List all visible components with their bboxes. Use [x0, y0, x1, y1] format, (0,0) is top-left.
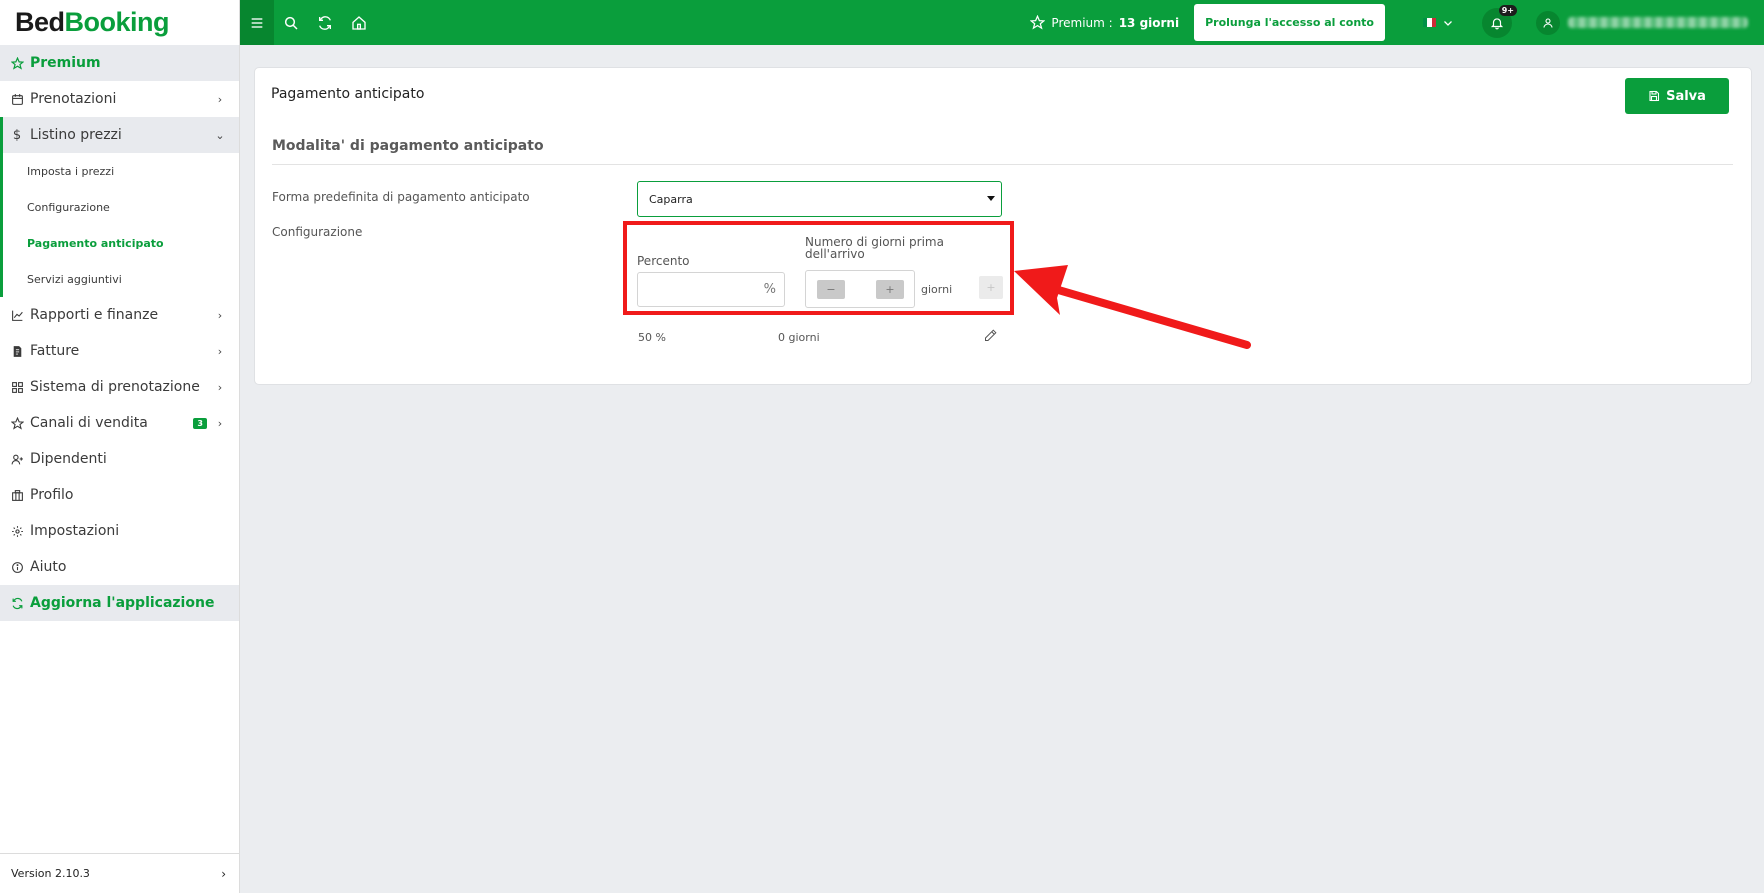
advance-payment-card: Pagamento anticipato Salva Modalita' di …	[254, 67, 1752, 385]
default-form-select[interactable]: Caparra	[637, 181, 1002, 217]
section-divider	[272, 164, 1733, 165]
version-bar[interactable]: Version 2.10.3 ›	[0, 853, 240, 893]
sidebar-item-label: Profilo	[30, 487, 74, 503]
chevron-right-icon: ›	[217, 92, 223, 106]
sync-icon[interactable]	[308, 0, 342, 45]
sidebar-item-rapporti[interactable]: Rapporti e finanze ›	[0, 297, 239, 333]
save-button-label: Salva	[1666, 88, 1706, 104]
user-icon	[1536, 10, 1560, 35]
chevron-down-icon	[1442, 17, 1454, 29]
user-menu[interactable]	[1536, 10, 1748, 35]
notifications-button[interactable]: 9+	[1482, 4, 1517, 38]
pencil-icon[interactable]	[983, 328, 999, 344]
logo-booking: Booking	[64, 7, 170, 37]
chevron-right-icon: ›	[217, 344, 223, 358]
floppy-icon	[1648, 90, 1660, 102]
sidebar-item-sistema-prenotazione[interactable]: Sistema di prenotazione ›	[0, 369, 239, 405]
sidebar-item-label: Sistema di prenotazione	[30, 379, 200, 395]
home-icon[interactable]	[342, 0, 376, 45]
sidebar-item-label: Prenotazioni	[30, 91, 117, 107]
calendar-icon	[10, 92, 24, 106]
chevron-right-icon: ›	[217, 380, 223, 394]
star-icon	[10, 416, 24, 430]
sidebar-subitem-pagamento-anticipato[interactable]: Pagamento anticipato	[3, 225, 239, 261]
rule-percent: 50 %	[638, 331, 666, 344]
channels-count-badge: 3	[193, 417, 207, 429]
sidebar-item-label: Dipendenti	[30, 451, 107, 467]
italy-flag-icon	[1423, 18, 1436, 27]
sidebar-item-label: Aiuto	[30, 559, 67, 575]
default-form-value: Caparra	[649, 192, 693, 206]
listino-submenu: Imposta i prezzi Configurazione Pagament…	[0, 153, 239, 297]
notifications-badge: 9+	[1498, 4, 1517, 16]
extend-access-button[interactable]: Prolunga l'accesso al conto	[1194, 4, 1385, 41]
premium-status[interactable]: Premium : 13 giorni	[1030, 15, 1179, 30]
info-icon	[10, 560, 24, 574]
chart-line-icon	[10, 308, 24, 322]
refresh-icon	[10, 596, 24, 610]
sidebar-item-prenotazioni[interactable]: Prenotazioni ›	[0, 81, 239, 117]
building-icon	[10, 488, 24, 502]
caret-down-icon	[987, 196, 995, 201]
sidebar-item-aiuto[interactable]: Aiuto	[0, 549, 239, 585]
highlight-annotation-box	[623, 221, 1014, 315]
page-title: Pagamento anticipato	[271, 86, 425, 102]
sidebar-item-label: Premium	[30, 55, 101, 71]
star-icon	[10, 56, 24, 70]
sidebar-item-premium[interactable]: Premium	[0, 45, 239, 81]
chevron-right-icon: ›	[217, 416, 223, 430]
gear-icon	[10, 524, 24, 538]
sidebar-subitem-servizi-aggiuntivi[interactable]: Servizi aggiuntivi	[3, 261, 239, 297]
top-bar: Premium : 13 giorni Prolunga l'accesso a…	[240, 0, 1764, 45]
language-selector[interactable]	[1423, 17, 1454, 29]
top-bar-right: Premium : 13 giorni Prolunga l'accesso a…	[1030, 0, 1764, 45]
sidebar-subitem-configurazione[interactable]: Configurazione	[3, 189, 239, 225]
bell-icon	[1490, 16, 1504, 30]
search-icon[interactable]	[274, 0, 308, 45]
sidebar-item-label: Rapporti e finanze	[30, 307, 159, 323]
sidebar-item-dipendenti[interactable]: Dipendenti	[0, 441, 239, 477]
section-title: Modalita' di pagamento anticipato	[272, 138, 544, 154]
sidebar-item-profilo[interactable]: Profilo	[0, 477, 239, 513]
sidebar-subitem-imposta-prezzi[interactable]: Imposta i prezzi	[3, 153, 239, 189]
user-plus-icon	[10, 452, 24, 466]
version-label: Version 2.10.3	[11, 867, 90, 880]
sidebar-item-listino-prezzi[interactable]: $ Listino prezzi ⌄	[0, 117, 239, 153]
save-button[interactable]: Salva	[1625, 78, 1729, 114]
sidebar-item-label: Canali di vendita	[30, 415, 148, 431]
hamburger-menu-icon[interactable]	[240, 0, 274, 45]
user-email-redacted	[1568, 17, 1748, 28]
logo-bed: Bed	[15, 7, 65, 37]
sidebar-item-impostazioni[interactable]: Impostazioni	[0, 513, 239, 549]
config-label: Configurazione	[272, 225, 363, 239]
chevron-right-icon: ›	[217, 308, 223, 322]
sidebar-item-label: Fatture	[30, 343, 80, 359]
chevron-right-icon: ›	[221, 866, 226, 881]
default-form-label: Forma predefinita di pagamento anticipat…	[272, 190, 530, 204]
premium-days: 13 giorni	[1118, 15, 1180, 30]
sidebar: Bed Booking Premium Prenotazioni › $ List…	[0, 0, 240, 893]
star-outline-icon	[1030, 15, 1046, 30]
invoice-icon	[10, 344, 24, 358]
sidebar-item-label: Listino prezzi	[30, 127, 122, 143]
sidebar-item-fatture[interactable]: Fatture ›	[0, 333, 239, 369]
sidebar-item-label: Aggiorna l'applicazione	[30, 595, 215, 611]
sidebar-item-aggiorna[interactable]: Aggiorna l'applicazione	[0, 585, 239, 621]
sidebar-item-label: Impostazioni	[30, 523, 120, 539]
rule-days: 0 giorni	[778, 331, 820, 344]
premium-label: Premium :	[1051, 15, 1113, 30]
sidebar-item-canali-vendita[interactable]: Canali di vendita 3 ›	[0, 405, 239, 441]
grid-icon	[10, 380, 24, 394]
dollar-icon: $	[12, 127, 22, 143]
bedbooking-logo[interactable]: Bed Booking	[0, 0, 239, 45]
chevron-down-icon: ⌄	[215, 128, 225, 142]
